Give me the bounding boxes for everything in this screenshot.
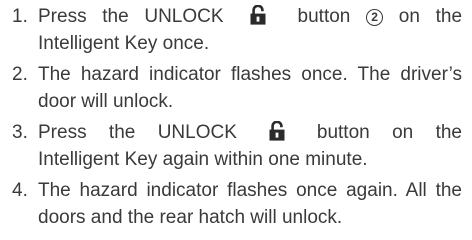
step-number: 1. bbox=[12, 6, 28, 27]
step-text-start: Press the UNLOCK bbox=[38, 6, 224, 27]
step-number: 4. bbox=[12, 180, 28, 201]
step-2: 2. The hazard indicator flashes once. Th… bbox=[0, 62, 472, 115]
step-text-button: button bbox=[297, 6, 351, 27]
callout-number-icon: 2 bbox=[366, 8, 384, 26]
step-number: 3. bbox=[12, 122, 28, 143]
step-text: The hazard indicator flashes once again.… bbox=[38, 180, 462, 228]
step-number: 2. bbox=[12, 64, 28, 85]
step-1: 1. Press the UNLOCK button 2 on the Intel… bbox=[0, 4, 472, 57]
step-text: The hazard indicator flashes once. The d… bbox=[38, 64, 462, 112]
step-3: 3. Press the UNLOCK button on the Intelli… bbox=[0, 120, 472, 173]
step-4: 4. The hazard indicator flashes once aga… bbox=[0, 178, 472, 231]
padlock-unlocked-icon bbox=[250, 4, 266, 25]
padlock-unlocked-icon bbox=[269, 120, 285, 141]
unlock-steps-list: 1. Press the UNLOCK button 2 on the Intel… bbox=[0, 4, 472, 236]
step-text-start: Press the UNLOCK bbox=[38, 122, 237, 143]
